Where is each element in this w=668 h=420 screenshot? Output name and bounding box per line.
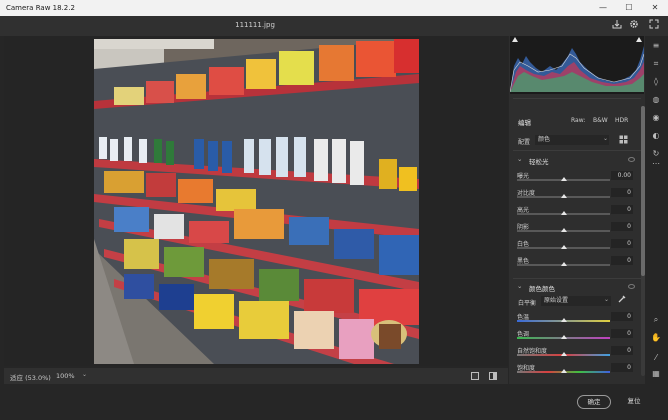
masking-icon[interactable]: ◍	[650, 94, 662, 106]
grid-icon[interactable]: ▦	[650, 368, 662, 380]
profile-browser-icon[interactable]	[619, 135, 628, 146]
slider-value-field[interactable]: 0	[611, 222, 633, 231]
slider-handle[interactable]	[560, 352, 567, 356]
slider-value-field[interactable]: 0	[611, 239, 633, 248]
white-balance-select[interactable]: 原始设置	[541, 296, 611, 306]
photo-preview	[94, 39, 419, 364]
slider-row: 曝光 0.00	[517, 170, 635, 182]
slider-row: 饱和度 0	[517, 362, 635, 374]
tab-raw[interactable]: Raw:	[571, 117, 585, 124]
slider-handle[interactable]	[560, 228, 567, 232]
eyedropper-icon[interactable]	[617, 294, 627, 306]
white-balance-label: 白平衡	[518, 300, 537, 307]
basic-section-header[interactable]: ⌄ 轻松光	[515, 155, 637, 167]
slider-row: 阴影 0	[517, 221, 635, 233]
color-section-title: 颜色颜色	[529, 285, 555, 293]
zoom-icon[interactable]: ⌕	[650, 314, 662, 326]
edit-panel: 编辑 Raw: B&W HDR 配置 颜色 ⌄ ⌄ 轻松光 曝光 0.00 对比度 0…	[509, 36, 645, 384]
save-icon[interactable]	[610, 19, 624, 33]
divider	[513, 98, 641, 99]
header-bar: 111111.jpg	[0, 16, 668, 36]
compare-view-icon[interactable]	[488, 371, 498, 381]
app-title: Camera Raw 18.2.2	[6, 4, 75, 12]
minimize-button[interactable]: —	[590, 0, 616, 16]
zoom-100-selector[interactable]: 100%	[56, 372, 75, 380]
slider-row: 高光 0	[517, 204, 635, 216]
chevron-down-icon: ⌄	[604, 296, 610, 303]
crop-icon[interactable]: ⌗	[650, 58, 662, 70]
slider-value-field[interactable]: 0.00	[611, 171, 633, 180]
red-eye-icon[interactable]: ◉	[650, 112, 662, 124]
slider-handle[interactable]	[560, 211, 567, 215]
camera-raw-window: Camera Raw 18.2.2 — ☐ ✕ 111111.jpg 适应 (5…	[0, 0, 668, 420]
chevron-down-icon: ⌄	[603, 135, 609, 142]
slider-value-field[interactable]: 0	[611, 188, 633, 197]
reset-button[interactable]: 复位	[620, 395, 648, 409]
presets-icon[interactable]: ◐	[650, 130, 662, 142]
chevron-down-icon: ⌄	[517, 282, 523, 290]
divider	[513, 278, 641, 279]
basic-section-title: 轻松光	[529, 158, 549, 166]
slider-value-field[interactable]: 0	[611, 312, 633, 321]
slider-value-field[interactable]: 0	[611, 329, 633, 338]
more-icon[interactable]: ⋯	[650, 158, 662, 170]
color-section-header[interactable]: ⌄ 颜色颜色	[515, 282, 637, 294]
slider-handle[interactable]	[560, 318, 567, 322]
slider-row: 色调 0	[517, 328, 635, 340]
eraser-icon[interactable]: ◊	[650, 76, 662, 88]
slider-handle[interactable]	[560, 335, 567, 339]
profile-select[interactable]: 颜色	[535, 135, 609, 145]
slider-handle[interactable]	[560, 369, 567, 373]
slider-row: 白色 0	[517, 238, 635, 250]
crop-view-icon[interactable]	[470, 371, 480, 381]
file-name: 111111.jpg	[235, 21, 275, 29]
slider-row: 对比度 0	[517, 187, 635, 199]
visibility-icon[interactable]	[628, 157, 635, 162]
chevron-down-icon[interactable]: ⌄	[82, 371, 87, 378]
fullscreen-icon[interactable]	[647, 19, 661, 33]
zoom-bar: 适应 (53.0%) 100% ⌄	[4, 368, 508, 384]
gear-icon[interactable]	[627, 19, 641, 33]
slider-row: 色温 0	[517, 311, 635, 323]
slider-handle[interactable]	[560, 177, 567, 181]
slider-value-field[interactable]: 0	[611, 256, 633, 265]
ok-button[interactable]: 确定	[577, 395, 611, 409]
slider-row: 黑色 0	[517, 255, 635, 267]
tool-strip: ≡ ⌗ ◊ ◍ ◉ ◐ ↻ ⋯ ⌕ ✋ ⁄ ▦	[645, 36, 668, 384]
slider-handle[interactable]	[560, 245, 567, 249]
hand-icon[interactable]: ✋	[650, 332, 662, 344]
section-title: 编辑	[518, 119, 531, 127]
histogram	[509, 36, 645, 94]
shadow-clipping-icon[interactable]	[512, 37, 518, 42]
close-button[interactable]: ✕	[642, 0, 668, 16]
fit-zoom-selector[interactable]: 适应 (53.0%)	[10, 372, 51, 382]
tab-hdr[interactable]: HDR	[615, 117, 628, 124]
chevron-down-icon: ⌄	[517, 155, 523, 163]
slider-handle[interactable]	[560, 194, 567, 198]
bottom-bar: 确定 复位	[0, 384, 668, 420]
sampler-icon[interactable]: ⁄	[650, 352, 662, 364]
highlight-clipping-icon[interactable]	[636, 37, 642, 42]
profile-label: 配置	[518, 139, 531, 146]
slider-handle[interactable]	[560, 262, 567, 266]
title-bar: Camera Raw 18.2.2 — ☐ ✕	[0, 0, 668, 16]
maximize-button[interactable]: ☐	[616, 0, 642, 16]
divider	[513, 150, 641, 151]
edit-icon[interactable]: ≡	[650, 40, 662, 52]
slider-value-field[interactable]: 0	[611, 205, 633, 214]
visibility-icon[interactable]	[628, 284, 635, 289]
slider-value-field[interactable]: 0	[611, 363, 633, 372]
slider-row: 自然饱和度 0	[517, 345, 635, 357]
slider-value-field[interactable]: 0	[611, 346, 633, 355]
tab-bw[interactable]: B&W	[593, 117, 608, 124]
